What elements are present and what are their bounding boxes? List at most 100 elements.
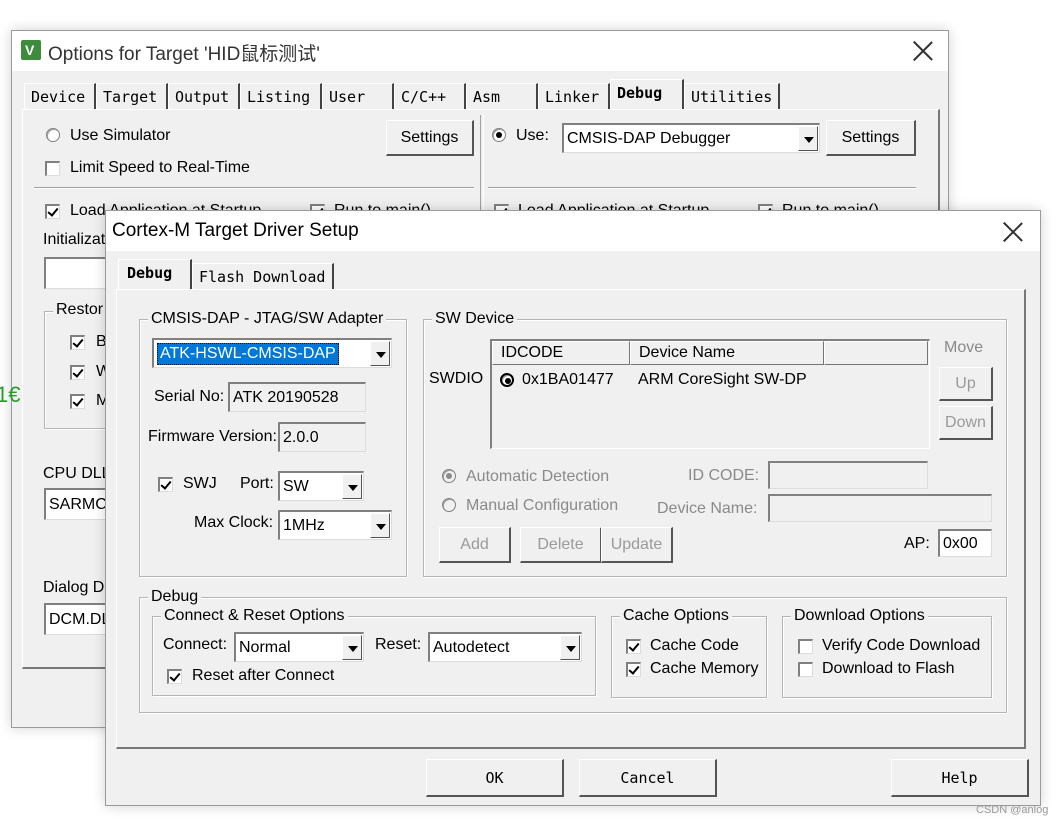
help-button[interactable]: Help: [891, 759, 1029, 797]
manual-configuration-radio[interactable]: [442, 498, 456, 512]
automatic-detection-radio[interactable]: [442, 469, 456, 483]
device-name-label: Device Name:: [657, 500, 758, 517]
debugger-combo-value: CMSIS-DAP Debugger: [567, 129, 731, 147]
restore-m-checkbox[interactable]: [70, 394, 85, 409]
cache-code-checkbox[interactable]: [626, 639, 641, 654]
reset-label: Reset:: [375, 636, 422, 653]
device-name: ARM CoreSight SW-DP: [638, 371, 807, 388]
download-options-group: [782, 616, 992, 698]
reset-combo-value: Autodetect: [433, 638, 510, 656]
firmware-version-field: 2.0.0: [278, 422, 366, 452]
device-name-column-header[interactable]: Device Name: [630, 341, 824, 365]
max-clock-label: Max Clock:: [194, 514, 274, 531]
use-label: Use:: [516, 127, 549, 144]
chevron-down-icon[interactable]: [798, 126, 818, 151]
swj-checkbox[interactable]: [158, 477, 173, 492]
delete-button[interactable]: Delete: [520, 527, 602, 563]
verify-code-download-checkbox[interactable]: [798, 639, 813, 654]
cache-memory-checkbox[interactable]: [626, 662, 641, 677]
side-fragment-text: 1€: [0, 382, 21, 407]
port-combo[interactable]: SW: [278, 471, 364, 501]
limit-speed-checkbox[interactable]: [45, 161, 60, 176]
max-clock-chevron-down-icon[interactable]: [370, 513, 390, 538]
download-to-flash-checkbox[interactable]: [798, 662, 813, 677]
firmware-version-label: Firmware Version:: [148, 428, 277, 445]
restore-group-label: Restor: [53, 301, 107, 319]
move-label: Move: [944, 339, 984, 356]
tab-asm[interactable]: Asm: [466, 83, 538, 109]
adapter-combo-value: ATK-HSWL-CMSIS-DAP: [157, 342, 339, 365]
tab-output[interactable]: Output: [168, 83, 240, 109]
adapter-combo[interactable]: ATK-HSWL-CMSIS-DAP: [152, 338, 392, 368]
swdio-label: SWDIO: [429, 370, 484, 387]
cache-options-group: [611, 616, 767, 698]
move-up-button[interactable]: Up: [939, 367, 993, 401]
connect-reset-group-label: Connect & Reset Options: [161, 607, 348, 625]
tab-user[interactable]: User: [322, 83, 394, 109]
restore-b-checkbox[interactable]: [70, 335, 85, 350]
left-load-app-checkbox[interactable]: [45, 204, 60, 219]
watermark-text: CSDN @anlog: [976, 804, 1049, 816]
tab-listing[interactable]: Listing: [240, 83, 322, 109]
sw-device-group-label: SW Device: [432, 310, 518, 328]
cache-code-label: Cache Code: [650, 637, 739, 654]
keil-logo-icon: V: [21, 40, 41, 60]
move-down-button[interactable]: Down: [939, 406, 993, 440]
port-label: Port:: [240, 475, 274, 492]
tab-debug[interactable]: Debug: [610, 79, 684, 109]
idcode-column-header[interactable]: IDCODE: [492, 341, 630, 365]
download-options-group-label: Download Options: [791, 607, 928, 625]
tab-debug-setup[interactable]: Debug: [118, 259, 192, 289]
max-clock-combo-value: 1MHz: [283, 516, 325, 534]
device-select-radio[interactable]: [500, 373, 514, 387]
tab-cc[interactable]: C/C++: [394, 83, 466, 109]
reset-after-connect-checkbox[interactable]: [167, 669, 182, 684]
cortex-m-target-driver-setup-window: Cortex-M Target Driver Setup Debug Flash…: [105, 210, 1041, 806]
port-chevron-down-icon[interactable]: [342, 474, 362, 499]
connect-combo[interactable]: Normal: [234, 632, 364, 662]
use-simulator-label: Use Simulator: [70, 127, 171, 144]
tab-flash-download[interactable]: Flash Download: [192, 263, 334, 289]
debug-group-label: Debug: [148, 588, 202, 606]
ap-label: AP:: [904, 535, 930, 552]
debugger-settings-button[interactable]: Settings: [826, 120, 916, 156]
add-button[interactable]: Add: [439, 527, 511, 563]
use-debugger-radio[interactable]: [492, 128, 506, 142]
initialization-label: Initializati: [43, 231, 109, 248]
tab-target[interactable]: Target: [96, 83, 168, 109]
connect-chevron-down-icon[interactable]: [342, 635, 362, 660]
adapter-group-label: CMSIS-DAP - JTAG/SW Adapter: [148, 310, 387, 328]
front-close-icon[interactable]: [1002, 221, 1024, 243]
restore-w-checkbox[interactable]: [70, 365, 85, 380]
back-left-separator: [34, 187, 474, 189]
update-button[interactable]: Update: [601, 527, 673, 563]
reset-combo[interactable]: Autodetect: [428, 632, 582, 662]
use-simulator-radio[interactable]: [46, 128, 60, 142]
reset-chevron-down-icon[interactable]: [560, 635, 580, 660]
simulator-settings-button[interactable]: Settings: [386, 120, 474, 156]
download-to-flash-label: Download to Flash: [822, 660, 955, 677]
connect-label: Connect:: [163, 636, 228, 653]
front-title-bar[interactable]: Cortex-M Target Driver Setup: [106, 211, 1040, 251]
debugger-combo[interactable]: CMSIS-DAP Debugger: [562, 123, 820, 153]
ap-field[interactable]: 0x00: [938, 529, 992, 557]
back-title-bar[interactable]: V Options for Target 'HID鼠标测试': [12, 31, 948, 71]
id-code-field[interactable]: [768, 461, 928, 489]
cancel-button[interactable]: Cancel: [579, 759, 717, 797]
sw-device-list[interactable]: IDCODE Device Name 0x1BA01477 ARM CoreSi…: [490, 339, 930, 449]
tab-linker[interactable]: Linker: [538, 83, 610, 109]
tab-utilities[interactable]: Utilities: [684, 83, 780, 109]
reset-after-connect-label: Reset after Connect: [192, 667, 335, 684]
back-close-icon[interactable]: [912, 40, 934, 62]
empty-column-header: [824, 341, 928, 365]
back-window-title: Options for Target 'HID鼠标测试': [48, 44, 320, 65]
adapter-chevron-down-icon[interactable]: [370, 341, 390, 366]
limit-speed-label: Limit Speed to Real-Time: [70, 159, 250, 176]
list-item[interactable]: 0x1BA01477 ARM CoreSight SW-DP: [492, 369, 928, 393]
tab-device[interactable]: Device: [24, 83, 96, 109]
max-clock-combo[interactable]: 1MHz: [278, 510, 392, 540]
ok-button[interactable]: OK: [426, 759, 564, 797]
device-name-field[interactable]: [768, 494, 992, 522]
device-idcode: 0x1BA01477: [522, 371, 614, 388]
id-code-label: ID CODE:: [688, 467, 760, 484]
